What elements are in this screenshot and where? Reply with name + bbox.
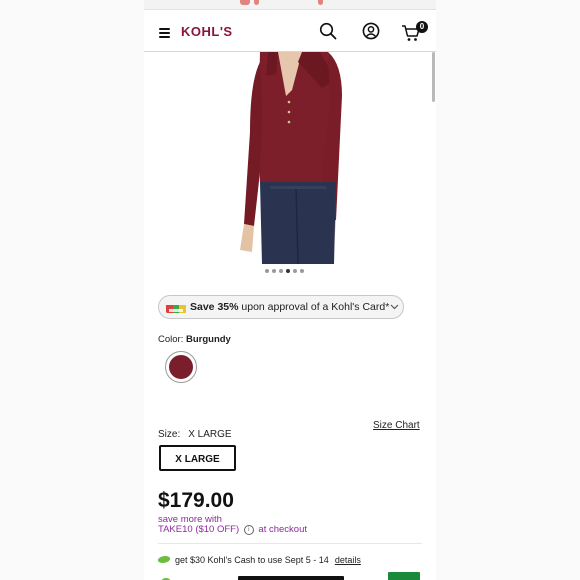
redacted-bar <box>238 576 344 580</box>
site-header: KOHL'S 0 <box>144 10 436 52</box>
color-swatch-burgundy[interactable] <box>165 351 197 383</box>
color-label: Color: Burgundy <box>158 334 231 345</box>
account-icon[interactable] <box>362 22 380 40</box>
size-label-text: Size: <box>158 429 181 440</box>
color-value: Burgundy <box>185 334 231 345</box>
carousel-dot[interactable] <box>272 269 276 273</box>
size-label: Size: X LARGE <box>158 429 232 440</box>
status-strip <box>144 0 436 10</box>
indicator <box>254 0 259 5</box>
product-price: $179.00 <box>158 489 234 512</box>
product-image[interactable] <box>210 52 370 264</box>
kohls-card-promo[interactable]: Save 35% upon approval of a Kohl's Card* <box>158 295 404 319</box>
kohls-logo[interactable]: KOHL'S <box>181 24 233 39</box>
chevron-down-icon[interactable] <box>390 296 399 326</box>
green-badge <box>388 572 420 580</box>
indicator <box>318 0 323 5</box>
cart-count-badge: 0 <box>416 21 428 33</box>
cut-off-offer-row <box>158 572 436 580</box>
coupon-line: TAKE10 ($10 OFF) i at checkout <box>158 524 307 535</box>
kohls-cash-text: get $30 Kohl's Cash to use Sept 5 - 14 <box>175 555 329 565</box>
size-option-xl[interactable]: X LARGE <box>159 445 236 471</box>
coupon-code: TAKE10 ($10 OFF) <box>158 524 240 535</box>
kohls-card-icon <box>166 302 186 313</box>
coupon-checkout-text: at checkout <box>258 524 308 535</box>
size-value: X LARGE <box>188 429 232 440</box>
info-icon[interactable]: i <box>243 525 254 535</box>
promo-text: Save 35% upon approval of a Kohl's Card* <box>190 296 389 318</box>
search-icon[interactable] <box>319 22 337 40</box>
carousel-dots[interactable] <box>265 269 307 274</box>
carousel-dot[interactable] <box>265 269 269 273</box>
indicator <box>240 0 250 5</box>
promo-save-detail: upon approval of a Kohl's Card* <box>238 301 390 313</box>
promo-save-percent: Save 35% <box>190 301 239 313</box>
scrollbar-thumb[interactable] <box>432 52 435 102</box>
carousel-dot[interactable] <box>279 269 283 273</box>
carousel-dot-active[interactable] <box>286 269 290 273</box>
swatch-fill <box>169 355 193 379</box>
color-label-text: Color: <box>158 334 186 345</box>
size-chart-link[interactable]: Size Chart <box>373 420 420 431</box>
kohls-cash-icon <box>156 556 172 563</box>
kohls-cash-offer: get $30 Kohl's Cash to use Sept 5 - 14 de… <box>156 555 361 565</box>
phone-screen: KOHL'S 0 Save 35% upon approval of a Koh… <box>144 0 436 580</box>
kohls-cash-details-link[interactable]: details <box>335 555 361 565</box>
hamburger-menu-icon[interactable] <box>159 28 170 38</box>
carousel-dot[interactable] <box>300 269 304 273</box>
divider <box>158 543 422 544</box>
carousel-dot[interactable] <box>293 269 297 273</box>
